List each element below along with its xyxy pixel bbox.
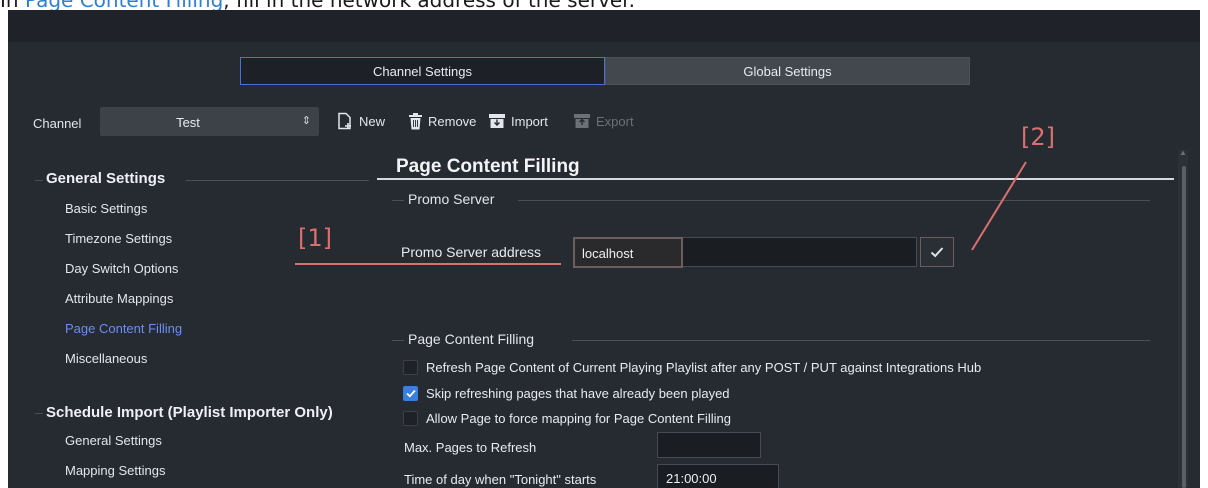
checkbox-refresh-page-content[interactable]: Refresh Page Content of Current Playing … xyxy=(403,360,981,375)
settings-window: Channel Settings Global Settings Channel… xyxy=(8,10,1200,488)
export-button[interactable]: Export xyxy=(573,108,634,134)
page-title: Page Content Filling xyxy=(396,156,580,177)
promo-server-address-value-box[interactable]: localhost xyxy=(573,237,683,268)
fieldset-promo-server: Promo Server xyxy=(408,191,495,207)
checkbox-force-mapping[interactable]: Allow Page to force mapping for Page Con… xyxy=(403,411,731,426)
group-schedule-import: Schedule Import (Playlist Importer Only) xyxy=(46,404,333,421)
checkmark-icon xyxy=(406,389,416,398)
tab-global-settings[interactable]: Global Settings xyxy=(605,57,970,85)
import-button[interactable]: Import xyxy=(488,108,548,134)
tonight-start-value: 21:00:00 xyxy=(666,471,717,486)
fieldset-line-right xyxy=(518,200,1150,201)
tonight-start-label: Time of day when "Tonight" starts xyxy=(404,472,597,487)
fieldset-line-left xyxy=(392,340,404,341)
checkbox-skip-played-pages[interactable]: Skip refreshing pages that have already … xyxy=(403,386,730,401)
sidebar-item-basic-settings[interactable]: Basic Settings xyxy=(65,201,147,216)
group-line-left xyxy=(35,413,43,414)
checkmark-icon xyxy=(930,247,944,258)
dropdown-arrows-icon: ⇕ xyxy=(301,115,311,127)
export-button-label: Export xyxy=(596,113,634,129)
title-divider xyxy=(377,178,1174,180)
trash-icon xyxy=(409,112,422,129)
sidebar-item-page-content-filling[interactable]: Page Content Filling xyxy=(65,321,182,336)
sidebar-item-day-switch-options[interactable]: Day Switch Options xyxy=(65,261,178,276)
annotation-2: [2] xyxy=(1021,123,1055,151)
channel-label: Channel xyxy=(33,116,82,131)
fieldset-page-content-filling: Page Content Filling xyxy=(408,331,535,347)
import-button-label: Import xyxy=(511,113,548,129)
title-bar xyxy=(8,10,1200,42)
scrollbar-thumb[interactable] xyxy=(1182,166,1186,488)
group-line-left xyxy=(35,180,43,181)
max-pages-input[interactable] xyxy=(657,432,761,458)
checkbox-box[interactable] xyxy=(403,411,418,426)
checkbox-label: Allow Page to force mapping for Page Con… xyxy=(426,411,731,426)
promo-server-address-label: Promo Server address xyxy=(401,244,542,260)
sidebar-item-mapping-settings[interactable]: Mapping Settings xyxy=(65,463,165,478)
checkbox-label: Skip refreshing pages that have already … xyxy=(426,386,730,401)
checkbox-box[interactable] xyxy=(403,360,418,375)
annotation-1-underline xyxy=(295,263,561,265)
new-button-label: New xyxy=(359,113,386,129)
instruction-caption: In Page Content Filling, fill in the net… xyxy=(0,0,1208,12)
group-line-right xyxy=(186,180,369,181)
fieldset-line-left xyxy=(392,200,404,201)
sidebar-item-timezone-settings[interactable]: Timezone Settings xyxy=(65,231,172,246)
tonight-start-input[interactable]: 21:00:00 xyxy=(657,464,779,488)
remove-button-label: Remove xyxy=(428,113,477,129)
sidebar-item-general-settings[interactable]: General Settings xyxy=(65,433,162,448)
scroll-up-icon[interactable]: ▲ xyxy=(1179,148,1187,157)
annotation-1: [1] xyxy=(298,224,332,252)
group-general-settings: General Settings xyxy=(46,170,166,187)
checkbox-box-checked[interactable] xyxy=(403,386,418,401)
checkbox-label: Refresh Page Content of Current Playing … xyxy=(426,360,982,375)
export-icon xyxy=(574,114,590,128)
confirm-address-button[interactable] xyxy=(920,237,954,267)
sidebar-item-attribute-mappings[interactable]: Attribute Mappings xyxy=(65,291,173,306)
remove-button[interactable]: Remove xyxy=(408,108,476,134)
sidebar-item-miscellaneous[interactable]: Miscellaneous xyxy=(65,351,147,366)
max-pages-label: Max. Pages to Refresh xyxy=(404,440,537,455)
tab-channel-settings[interactable]: Channel Settings xyxy=(240,57,605,85)
annotation-2-pointer xyxy=(971,161,1027,251)
new-button[interactable]: New xyxy=(336,108,385,134)
channel-select[interactable]: Test ⇕ xyxy=(100,107,319,136)
import-icon xyxy=(489,114,505,128)
fieldset-line-right xyxy=(572,340,1150,341)
new-page-icon xyxy=(338,112,351,130)
promo-server-address-value: localhost xyxy=(582,246,634,261)
channel-select-value: Test xyxy=(176,115,200,130)
